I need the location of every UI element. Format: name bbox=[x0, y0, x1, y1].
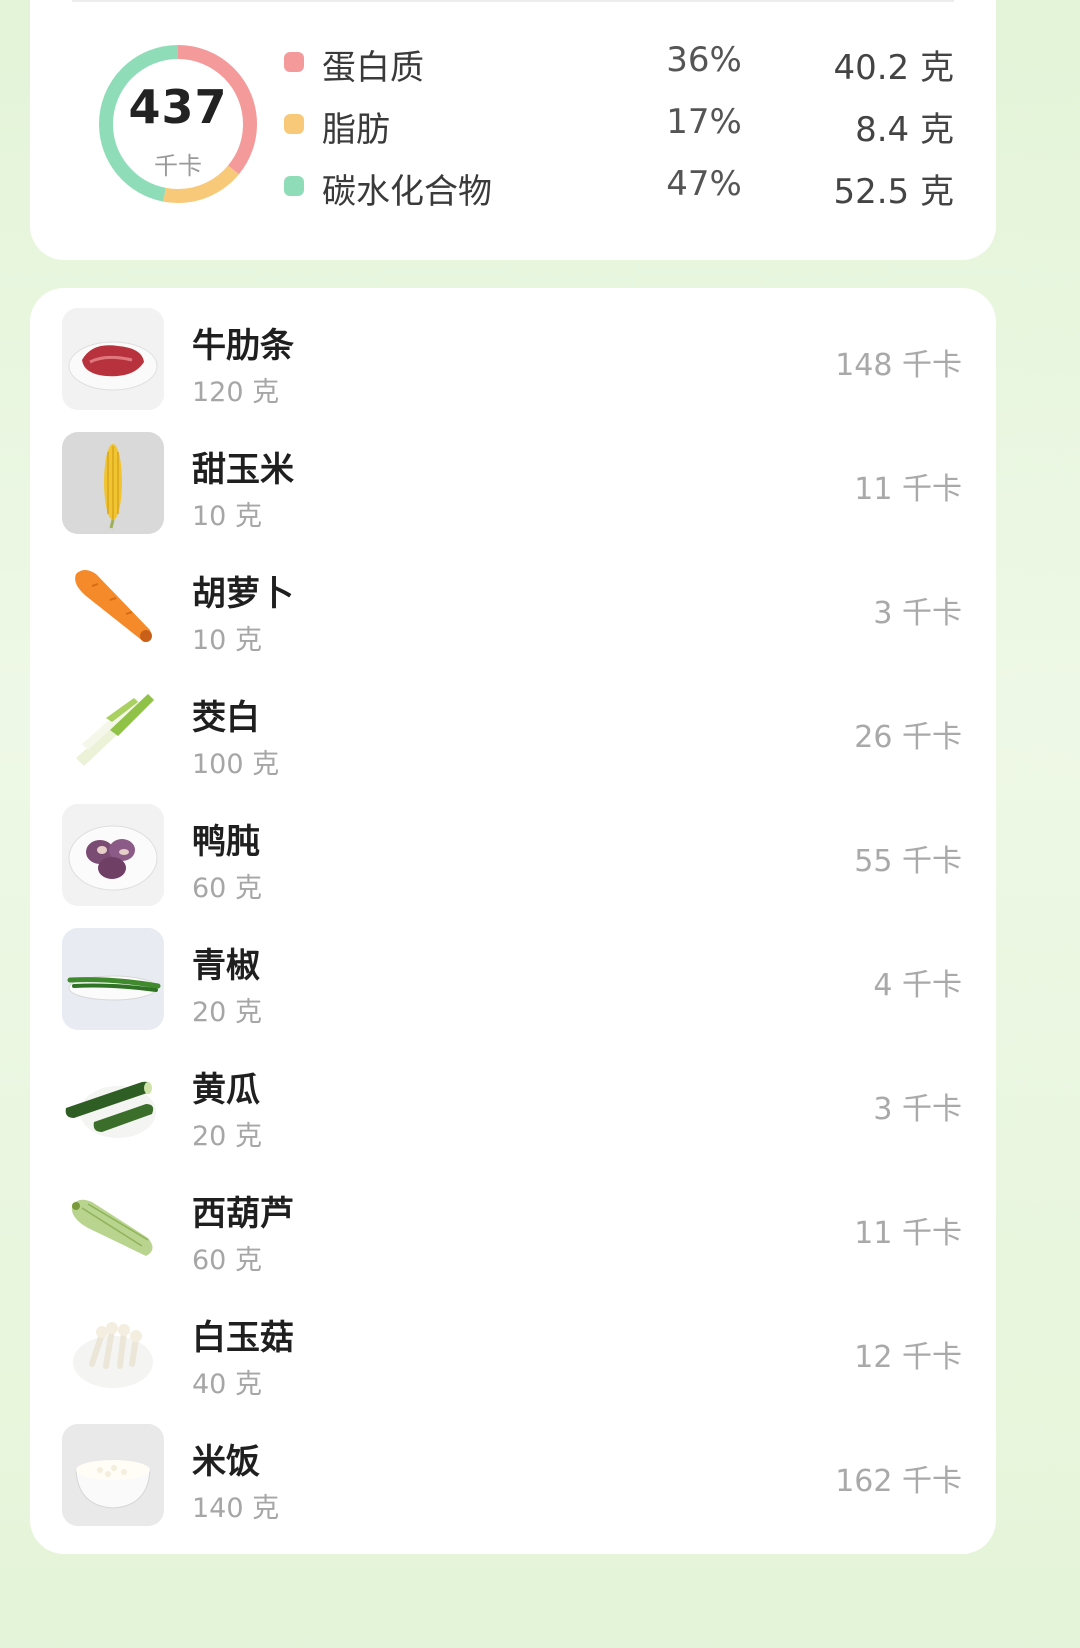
food-calories: 162 千卡 bbox=[835, 1464, 962, 1499]
protein-dot bbox=[284, 52, 304, 72]
food-name: 米饭 bbox=[192, 1442, 260, 1482]
food-weight: 20 克 bbox=[192, 997, 262, 1028]
food-weight: 120 克 bbox=[192, 377, 280, 408]
food-calories: 148 千卡 bbox=[835, 348, 962, 383]
green-pepper-icon bbox=[62, 928, 164, 1030]
food-item-duck-gizzard[interactable]: 鸭肫 60 克 55 千卡 bbox=[30, 784, 996, 908]
cucumber-icon bbox=[62, 1052, 164, 1154]
food-calories: 11 千卡 bbox=[854, 472, 962, 507]
macro-grams: 8.4 克 bbox=[855, 110, 954, 150]
rice-icon bbox=[62, 1424, 164, 1526]
divider bbox=[72, 0, 954, 2]
food-weight: 10 克 bbox=[192, 625, 262, 656]
duck-gizzard-icon bbox=[62, 804, 164, 906]
food-name: 牛肋条 bbox=[192, 326, 294, 366]
food-calories: 3 千卡 bbox=[873, 1092, 962, 1127]
macro-row-fat: 脂肪 17% 8.4 克 bbox=[284, 102, 954, 150]
food-name: 甜玉米 bbox=[192, 450, 294, 490]
food-weight: 140 克 bbox=[192, 1493, 280, 1524]
food-name: 鸭肫 bbox=[192, 822, 260, 862]
macro-percent: 36% bbox=[666, 40, 742, 80]
food-weight: 60 克 bbox=[192, 873, 262, 904]
macro-name: 脂肪 bbox=[322, 110, 390, 150]
carbs-dot bbox=[284, 176, 304, 196]
macro-percent: 17% bbox=[666, 102, 742, 142]
food-calories: 12 千卡 bbox=[854, 1340, 962, 1375]
food-calories: 4 千卡 bbox=[873, 968, 962, 1003]
zucchini-icon bbox=[62, 1176, 164, 1278]
food-item-sweet-corn[interactable]: 甜玉米 10 克 11 千卡 bbox=[30, 412, 996, 536]
total-calories: 437 bbox=[128, 80, 228, 134]
food-item-carrot[interactable]: 胡萝卜 10 克 3 千卡 bbox=[30, 536, 996, 660]
food-calories: 11 千卡 bbox=[854, 1216, 962, 1251]
food-name: 茭白 bbox=[192, 698, 260, 738]
food-item-beef-rib[interactable]: 牛肋条 120 克 148 千卡 bbox=[30, 288, 996, 412]
food-calories: 55 千卡 bbox=[854, 844, 962, 879]
food-calories: 26 千卡 bbox=[854, 720, 962, 755]
mushroom-icon bbox=[62, 1300, 164, 1402]
food-weight: 40 克 bbox=[192, 1369, 262, 1400]
food-item-green-pepper[interactable]: 青椒 20 克 4 千卡 bbox=[30, 908, 996, 1032]
food-name: 西葫芦 bbox=[192, 1194, 294, 1234]
food-calories: 3 千卡 bbox=[873, 596, 962, 631]
total-calories-unit: 千卡 bbox=[154, 152, 202, 180]
food-weight: 60 克 bbox=[192, 1245, 262, 1276]
macro-row-protein: 蛋白质 36% 40.2 克 bbox=[284, 40, 954, 88]
food-name: 胡萝卜 bbox=[192, 574, 294, 614]
food-item-rice[interactable]: 米饭 140 克 162 千卡 bbox=[30, 1404, 996, 1528]
food-name: 黄瓜 bbox=[192, 1070, 260, 1110]
carrot-icon bbox=[62, 556, 164, 658]
food-name: 白玉菇 bbox=[192, 1318, 294, 1358]
water-bamboo-icon bbox=[62, 680, 164, 782]
food-weight: 100 克 bbox=[192, 749, 280, 780]
macro-row-carbs: 碳水化合物 47% 52.5 克 bbox=[284, 164, 954, 212]
food-name: 青椒 bbox=[192, 946, 260, 986]
corn-icon bbox=[62, 432, 164, 534]
macro-grams: 52.5 克 bbox=[833, 172, 954, 212]
food-weight: 10 克 bbox=[192, 501, 262, 532]
food-list-card: 牛肋条 120 克 148 千卡 甜玉米 10 克 11 千卡 胡萝卜 10 克… bbox=[30, 288, 996, 1554]
food-item-water-bamboo[interactable]: 茭白 100 克 26 千卡 bbox=[30, 660, 996, 784]
nutrition-summary-card: 437 千卡 蛋白质 36% 40.2 克 脂肪 17% 8.4 克 碳水化合物… bbox=[30, 0, 996, 260]
beef-icon bbox=[62, 308, 164, 410]
food-item-cucumber[interactable]: 黄瓜 20 克 3 千卡 bbox=[30, 1032, 996, 1156]
macro-percent: 47% bbox=[666, 164, 742, 204]
food-item-zucchini[interactable]: 西葫芦 60 克 11 千卡 bbox=[30, 1156, 996, 1280]
food-item-white-mushroom[interactable]: 白玉菇 40 克 12 千卡 bbox=[30, 1280, 996, 1404]
macro-name: 碳水化合物 bbox=[322, 172, 492, 212]
fat-dot bbox=[284, 114, 304, 134]
food-weight: 20 克 bbox=[192, 1121, 262, 1152]
macro-name: 蛋白质 bbox=[322, 48, 424, 88]
macro-grams: 40.2 克 bbox=[833, 48, 954, 88]
calorie-ring-chart: 437 千卡 bbox=[96, 42, 260, 206]
